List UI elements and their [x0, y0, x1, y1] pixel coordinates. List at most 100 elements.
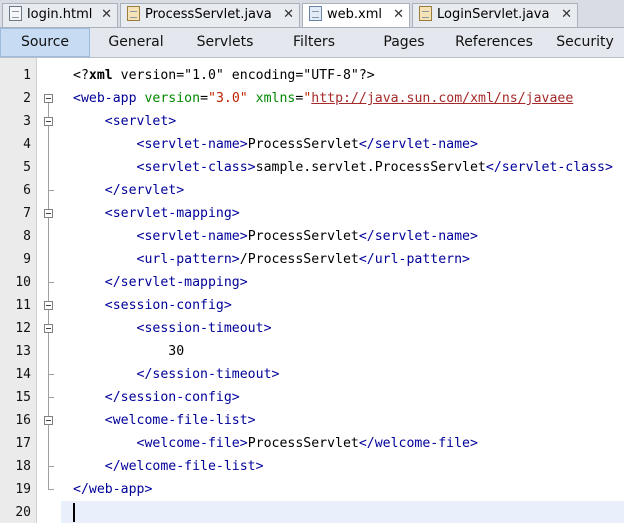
code-token: </welcome-file-list>: [104, 459, 264, 474]
fold-end-marker: [48, 397, 54, 398]
code-line[interactable]: 7 <servlet-mapping>: [0, 202, 624, 225]
file-tab-label: login.html: [27, 7, 93, 22]
fold-guide-line: [48, 218, 49, 282]
fold-collapse-icon[interactable]: [44, 94, 53, 103]
code-token: ProcessServlet: [247, 137, 359, 152]
code-line[interactable]: 1 <?xml version="1.0" encoding="UTF-8"?>: [0, 64, 624, 87]
fold-end-marker: [48, 489, 54, 490]
line-number: 6: [23, 183, 31, 198]
code-token: </servlet>: [104, 183, 185, 198]
fold-collapse-icon[interactable]: [44, 416, 53, 425]
code-token: </servlet-class>: [485, 160, 613, 175]
code-line[interactable]: 14 </session-timeout>: [0, 363, 624, 386]
view-tab-pages[interactable]: Pages: [374, 28, 434, 57]
fold-end-marker: [48, 190, 54, 191]
file-tab-login-html[interactable]: login.html ✕: [2, 3, 118, 27]
file-tab-loginservlet-java[interactable]: LoginServlet.java ✕: [412, 3, 578, 27]
xml-file-icon: [309, 6, 322, 21]
close-icon[interactable]: ✕: [393, 4, 404, 26]
line-number: 14: [15, 367, 31, 382]
view-tab-source[interactable]: Source: [0, 28, 90, 57]
code-text: <url-pattern>/ProcessServlet</url-patter…: [73, 248, 470, 271]
code-line[interactable]: 20: [15, 501, 624, 523]
fold-collapse-icon[interactable]: [44, 301, 53, 310]
code-token: xml: [88, 68, 113, 83]
code-token: version="1.0" encoding="UTF-8"?>: [112, 68, 375, 83]
file-tab-processservlet-java[interactable]: ProcessServlet.java ✕: [120, 3, 300, 27]
line-number: 1: [23, 68, 31, 83]
code-token: </web-app>: [73, 482, 153, 497]
code-line[interactable]: 6 </servlet>: [0, 179, 624, 202]
line-number: 12: [15, 321, 31, 336]
code-line[interactable]: 13 30: [0, 340, 624, 363]
line-number: 15: [15, 390, 31, 405]
close-icon[interactable]: ✕: [101, 4, 112, 26]
code-text: <welcome-file-list>: [73, 409, 256, 432]
fold-collapse-icon[interactable]: [44, 209, 53, 218]
code-token: http://java.sun.com/xml/ns/javaee: [311, 91, 574, 106]
code-line[interactable]: 4 <servlet-name>ProcessServlet</servlet-…: [0, 133, 624, 156]
code-text: <welcome-file>ProcessServlet</welcome-fi…: [73, 432, 478, 455]
close-icon[interactable]: ✕: [283, 4, 294, 26]
line-number: 7: [23, 206, 31, 221]
file-tab-web-xml[interactable]: web.xml ✕: [302, 3, 410, 27]
view-tab-general[interactable]: General: [98, 28, 174, 57]
java-file-icon: [127, 6, 140, 21]
code-line[interactable]: 16 <welcome-file-list>: [0, 409, 624, 432]
close-icon[interactable]: ✕: [561, 4, 572, 26]
line-number: 3: [23, 114, 31, 129]
code-line[interactable]: 8 <servlet-name>ProcessServlet</servlet-…: [0, 225, 624, 248]
code-line[interactable]: 15 </session-config>: [0, 386, 624, 409]
line-number: 11: [15, 298, 31, 313]
code-text: <servlet-class>sample.servlet.ProcessSer…: [73, 156, 613, 179]
line-number: 5: [23, 160, 31, 175]
fold-end-marker: [48, 466, 54, 467]
code-line[interactable]: 9 <url-pattern>/ProcessServlet</url-patt…: [0, 248, 624, 271]
code-line[interactable]: 3 <servlet>: [0, 110, 624, 133]
fold-collapse-icon[interactable]: [44, 117, 53, 126]
code-line[interactable]: 18 </welcome-file-list>: [0, 455, 624, 478]
java-file-icon: [419, 6, 432, 21]
view-tab-references[interactable]: References: [450, 28, 538, 57]
code-text: </welcome-file-list>: [73, 455, 264, 478]
view-tab-filters[interactable]: Filters: [282, 28, 346, 57]
code-text: 30: [73, 340, 184, 363]
fold-end-marker: [48, 282, 54, 283]
code-token: <servlet-class>: [136, 160, 256, 175]
code-token: "3.0": [208, 91, 248, 106]
code-text: </servlet>: [73, 179, 184, 202]
code-token: <servlet-name>: [136, 137, 248, 152]
code-line[interactable]: 11 <session-config>: [0, 294, 624, 317]
code-text: <?xml version="1.0" encoding="UTF-8"?>: [73, 64, 375, 87]
line-number: 4: [23, 137, 31, 152]
xml-source-editor[interactable]: 1 <?xml version="1.0" encoding="UTF-8"?> 2…: [0, 58, 624, 523]
code-token: <servlet-mapping>: [104, 206, 240, 221]
view-tab-servlets[interactable]: Servlets: [186, 28, 264, 57]
file-tab-bar: login.html ✕ ProcessServlet.java ✕ web.x…: [0, 0, 624, 28]
code-line[interactable]: 17 <welcome-file>ProcessServlet</welcome…: [0, 432, 624, 455]
code-line[interactable]: 19 </web-app>: [0, 478, 624, 501]
code-token: <?: [73, 68, 89, 83]
code-text: </servlet-mapping>: [73, 271, 248, 294]
code-text: <servlet-mapping>: [73, 202, 240, 225]
code-text: </web-app>: [73, 478, 152, 501]
code-line[interactable]: 10 </servlet-mapping>: [0, 271, 624, 294]
code-line[interactable]: 12 <session-timeout>: [0, 317, 624, 340]
file-tab-label: ProcessServlet.java: [145, 7, 272, 22]
view-tab-security[interactable]: Security: [550, 28, 620, 57]
code-text: <servlet>: [73, 110, 176, 133]
line-number: 9: [23, 252, 31, 267]
code-line[interactable]: 2 <web-app version="3.0" xmlns="http://ja…: [0, 87, 624, 110]
fold-collapse-icon[interactable]: [44, 324, 53, 333]
code-line[interactable]: 5 <servlet-class>sample.servlet.ProcessS…: [0, 156, 624, 179]
file-tab-label: LoginServlet.java: [437, 7, 550, 22]
fold-guide-line: [48, 425, 49, 466]
code-token: </servlet-mapping>: [104, 275, 248, 290]
line-number: 20: [15, 505, 31, 520]
